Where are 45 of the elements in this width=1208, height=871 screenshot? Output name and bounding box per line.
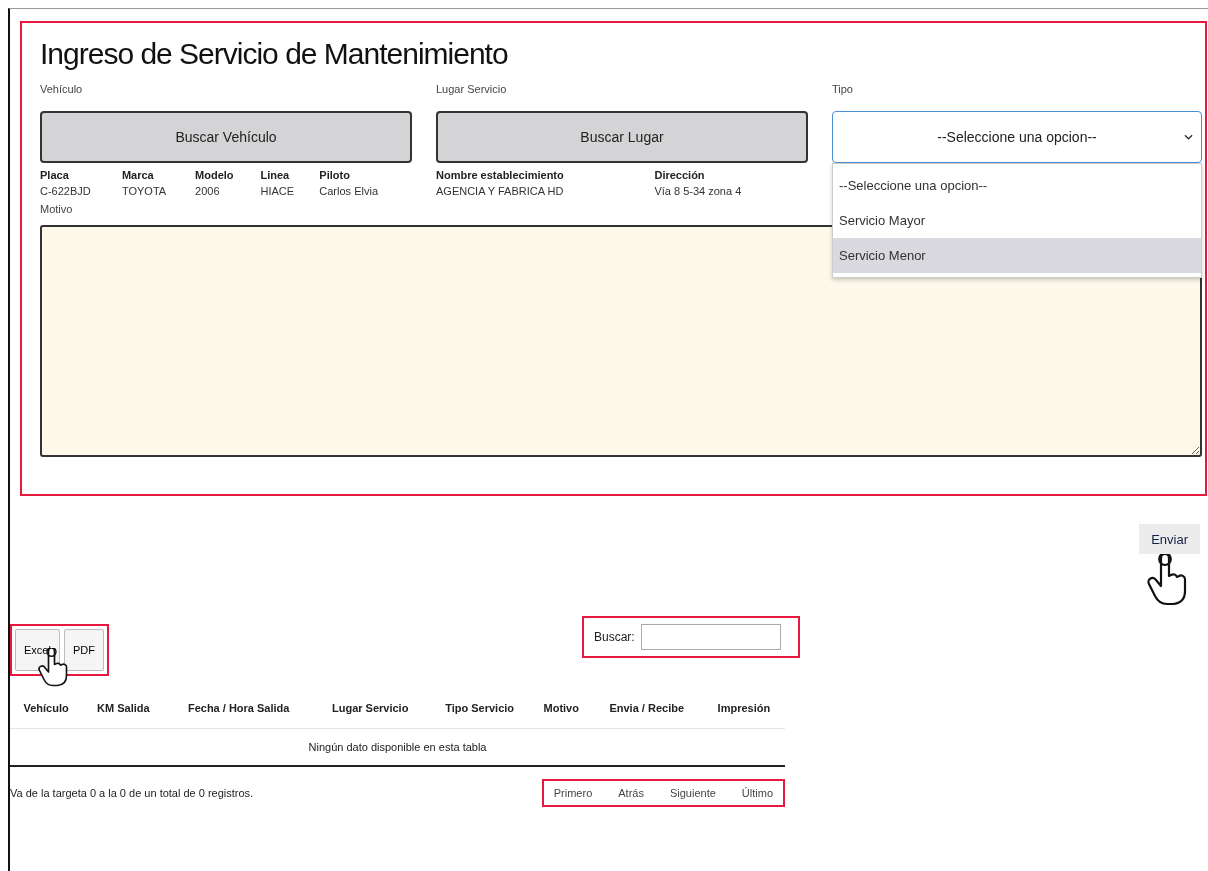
submit-button[interactable]: Enviar — [1139, 524, 1200, 554]
column-header[interactable]: KM Salida — [82, 692, 165, 729]
field-label: Tipo — [832, 83, 854, 97]
column-header[interactable]: Envia / Recibe — [590, 692, 703, 729]
dropdown-option[interactable]: --Seleccione una opcion-- — [833, 168, 1201, 203]
field-label: Motivo — [40, 203, 74, 217]
detail-header: Modelo — [195, 169, 235, 183]
search-vehicle-button[interactable]: Buscar Vehículo — [40, 111, 412, 163]
chevron-down-icon — [1184, 134, 1193, 140]
detail-value: 2006 — [195, 185, 221, 197]
pagination-link[interactable]: Atrás — [618, 787, 644, 799]
detail-value: Vía 8 5-34 zona 4 — [654, 185, 743, 197]
search-label: Buscar: — [594, 630, 635, 644]
column-header[interactable]: Lugar Servicio — [312, 692, 428, 729]
dropdown-option[interactable]: Servicio Menor — [833, 238, 1201, 273]
detail-header: Nombre establecimiento — [436, 169, 565, 183]
empty-message: Ningún dato disponible en esta tabla — [10, 728, 785, 766]
search-place-button[interactable]: Buscar Lugar — [436, 111, 808, 163]
hand-cursor-icon — [1147, 554, 1188, 606]
dropdown-option[interactable]: Servicio Mayor — [833, 203, 1201, 238]
search-field[interactable] — [640, 624, 781, 650]
detail-value: HIACE — [260, 185, 320, 197]
column-header[interactable]: Impresión — [702, 692, 785, 729]
pagination-link[interactable]: Primero — [553, 787, 593, 799]
detail-value: C-622BJD — [40, 185, 122, 197]
pagination-link[interactable]: Siguiente — [669, 787, 716, 799]
field-label: Vehículo — [40, 83, 84, 97]
detail-header: Piloto — [319, 169, 351, 183]
type-dropdown[interactable]: --Seleccione una opcion-- — [832, 111, 1202, 163]
field-label: Lugar Servicio — [436, 83, 508, 97]
column-header[interactable]: Tipo Servicio — [427, 692, 532, 729]
column-header[interactable]: Motivo — [531, 692, 591, 729]
column-header[interactable]: Vehículo — [10, 692, 83, 729]
detail-header: Marca — [121, 169, 196, 185]
column-header[interactable]: Fecha / Hora Salida — [164, 692, 313, 729]
detail-value: TOYOTA — [121, 185, 196, 197]
page-title: Ingreso de Servicio de Mantenimiento — [40, 37, 509, 71]
detail-header: Dirección — [654, 169, 706, 183]
detail-header: Placa — [40, 169, 122, 185]
detail-header: Linea — [260, 169, 320, 185]
records-info: Va de la targeta 0 a la 0 de un total de 0 registros. — [10, 787, 254, 799]
pagination-link[interactable]: Último — [741, 787, 773, 799]
export-button[interactable]: PDF — [63, 629, 104, 671]
detail-value: Carlos Elvia — [319, 185, 379, 197]
detail-value: AGENCIA Y FABRICA HD — [436, 185, 655, 197]
